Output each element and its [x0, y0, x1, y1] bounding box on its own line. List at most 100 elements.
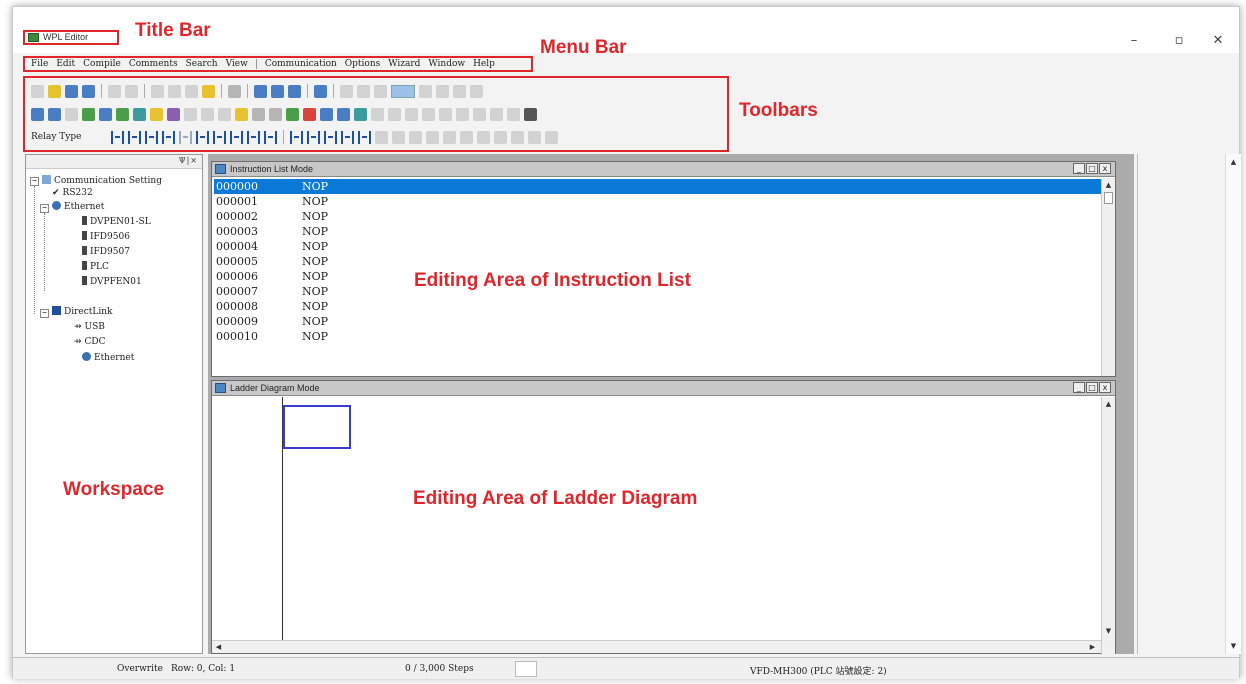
application-instruction-icon[interactable] [264, 130, 277, 144]
minimize-button[interactable]: – [1124, 33, 1144, 48]
filter-icon[interactable] [340, 84, 353, 98]
scroll-right-icon[interactable]: ▶ [1088, 643, 1097, 652]
contact-parallel-falling-icon[interactable] [230, 130, 243, 144]
edit-icon[interactable] [202, 84, 215, 98]
main-vertical-scrollbar[interactable]: ▲ ▼ [1225, 154, 1241, 654]
menu-view[interactable]: View [226, 59, 248, 69]
folder-icon[interactable] [150, 107, 163, 121]
ladder-canvas[interactable] [212, 397, 1101, 641]
grid-icon[interactable] [269, 107, 282, 121]
memory-icon[interactable] [456, 107, 469, 121]
transfer-icon[interactable] [388, 107, 401, 121]
tree-item-ethernet[interactable]: Ethernet [52, 201, 104, 212]
tree-collapse-icon[interactable]: − [40, 204, 49, 213]
password-icon[interactable] [422, 107, 435, 121]
record-icon[interactable] [436, 84, 449, 98]
step-input[interactable] [391, 84, 415, 98]
child-close-button[interactable]: x [1099, 163, 1111, 174]
cut-icon[interactable] [151, 84, 164, 98]
note-icon[interactable] [511, 130, 524, 144]
marker-icon[interactable] [477, 130, 490, 144]
scroll-down-icon[interactable]: ▼ [1229, 642, 1238, 651]
tree-item-cdc[interactable]: ⇸ CDC [74, 337, 106, 347]
monitor-icon[interactable] [320, 107, 333, 121]
save-as-icon[interactable] [82, 84, 95, 98]
contact-parallel-icon[interactable] [179, 130, 192, 144]
tree-collapse-icon[interactable]: − [30, 177, 39, 186]
bookmark-icon[interactable] [494, 130, 507, 144]
table-icon[interactable] [252, 107, 265, 121]
contact-falling-icon[interactable] [162, 130, 175, 144]
scroll-thumb[interactable] [1104, 192, 1113, 204]
child-minimize-button[interactable]: _ [1073, 382, 1085, 393]
open-folder-icon[interactable] [48, 84, 61, 98]
menu-window[interactable]: Window [428, 59, 465, 69]
search-icon[interactable] [473, 107, 486, 121]
scroll-up-icon[interactable]: ▲ [1104, 400, 1113, 409]
ladder-vertical-scrollbar[interactable]: ▲ ▼ [1101, 397, 1115, 655]
status-icon[interactable] [439, 107, 452, 121]
compile-icon[interactable] [82, 107, 95, 121]
insert-row-icon[interactable] [375, 130, 388, 144]
insert-column-icon[interactable] [409, 130, 422, 144]
tree-item-dvpfen01[interactable]: DVPFEN01 [82, 276, 142, 287]
cycle-icon[interactable] [374, 84, 387, 98]
decompile-icon[interactable] [99, 107, 112, 121]
tree-item-plc[interactable]: PLC [82, 261, 109, 272]
zoom-in-icon[interactable] [271, 84, 284, 98]
compare-icon[interactable] [371, 107, 384, 121]
scroll-up-icon[interactable]: ▲ [1229, 158, 1238, 167]
end-icon[interactable] [358, 130, 371, 144]
instruction-row[interactable]: 000000 NOP [214, 179, 1102, 194]
sync-icon[interactable] [405, 107, 418, 121]
workspace-window-buttons[interactable]: Ψ|× [179, 156, 198, 165]
contact-nc-icon[interactable] [128, 130, 141, 144]
tree-item-ifd9507[interactable]: IFD9507 [82, 246, 130, 257]
instruction-row[interactable]: 000009 NOP [214, 314, 1102, 329]
tree-item-ifd9506[interactable]: IFD9506 [82, 231, 130, 242]
child-minimize-button[interactable]: _ [1073, 163, 1085, 174]
delete-column-icon[interactable] [426, 130, 439, 144]
help-icon[interactable] [314, 84, 327, 98]
instruction-mode-icon[interactable] [48, 107, 61, 121]
tree-item-directlink[interactable]: DirectLink [52, 306, 113, 317]
device-icon[interactable] [218, 107, 231, 121]
delete-row-icon[interactable] [392, 130, 405, 144]
instruction-row[interactable]: 000010 NOP [214, 329, 1102, 344]
ladder-horizontal-scrollbar[interactable]: ◀ ▶ [212, 640, 1101, 653]
search-next-icon[interactable] [490, 107, 503, 121]
instruction-row[interactable]: 000008 NOP [214, 299, 1102, 314]
scroll-down-icon[interactable]: ▼ [1104, 627, 1113, 636]
print-icon[interactable] [108, 84, 121, 98]
menu-search[interactable]: Search [186, 59, 218, 69]
menu-options[interactable]: Options [345, 59, 380, 69]
network-icon[interactable] [524, 107, 537, 121]
block-icon[interactable] [443, 130, 456, 144]
contact-parallel-rising-icon[interactable] [213, 130, 226, 144]
child-close-button[interactable]: x [1099, 382, 1111, 393]
instruction-row[interactable]: 000005 NOP [214, 254, 1102, 269]
check-icon[interactable] [116, 107, 129, 121]
instruction-row[interactable]: 000003 NOP [214, 224, 1102, 239]
refresh-icon[interactable] [453, 84, 466, 98]
tree-item-usb[interactable]: ⇸ USB [74, 322, 105, 332]
stop-icon[interactable] [303, 107, 316, 121]
instruction-list-scrollbar[interactable]: ▲ [1101, 178, 1115, 376]
sfc-mode-icon[interactable] [65, 107, 78, 121]
find-icon[interactable] [357, 84, 370, 98]
child-maximize-button[interactable]: □ [1086, 382, 1098, 393]
contact-no-icon[interactable] [111, 130, 124, 144]
save-icon[interactable] [65, 84, 78, 98]
stepper-icon[interactable] [419, 84, 432, 98]
jump-icon[interactable] [545, 130, 558, 144]
menu-file[interactable]: File [31, 59, 48, 69]
link-icon[interactable] [184, 107, 197, 121]
write-plc-icon[interactable] [354, 107, 367, 121]
inverse-icon[interactable] [324, 130, 337, 144]
comment-icon[interactable] [133, 107, 146, 121]
tree-item-rs232[interactable]: ✔ RS232 [52, 188, 93, 198]
zoom-out-icon[interactable] [288, 84, 301, 98]
contact-parallel-nc-icon[interactable] [196, 130, 209, 144]
menu-wizard[interactable]: Wizard [388, 59, 420, 69]
zoom-icon[interactable] [254, 84, 267, 98]
